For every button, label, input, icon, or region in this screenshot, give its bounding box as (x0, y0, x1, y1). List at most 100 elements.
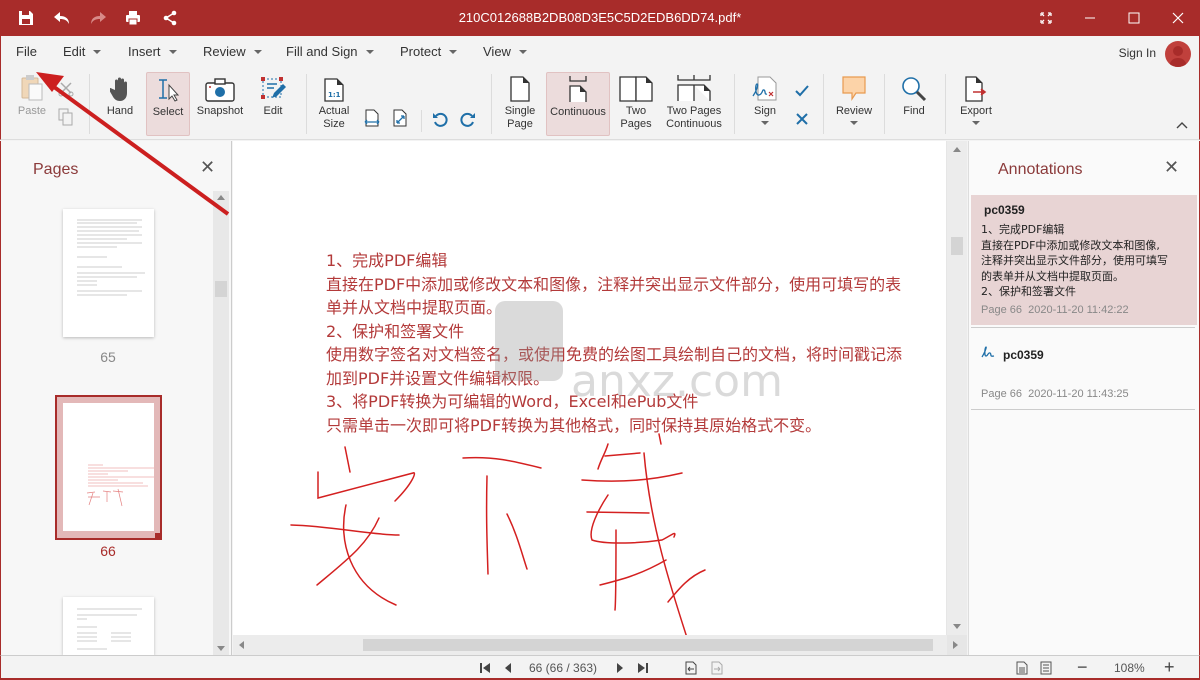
previous-page-icon[interactable] (501, 661, 515, 675)
previous-view-icon[interactable] (684, 661, 698, 675)
fit-width-icon[interactable] (363, 109, 381, 127)
close-annotations-panel-icon[interactable]: ✕ (1164, 157, 1179, 178)
menu-edit[interactable]: Edit (63, 44, 102, 59)
avatar[interactable] (1165, 41, 1191, 67)
document-viewer[interactable]: 1、完成PDF编辑 直接在PDF中添加或修改文本和图像，注释并突出显示文件部分，… (233, 141, 967, 655)
text-line[interactable]: 直接在PDF中添加或修改文本和图像，注释并突出显示文件部分，使用可填写的表 (326, 273, 902, 297)
continuous-icon (567, 73, 589, 103)
maximize-icon[interactable] (1122, 6, 1146, 30)
scroll-left-icon[interactable] (239, 641, 244, 649)
export-button[interactable]: Export (955, 72, 997, 136)
chevron-down-icon (850, 121, 858, 125)
pages-scrollbar[interactable] (213, 191, 229, 655)
page-thumbnail[interactable] (63, 597, 154, 655)
menu-edit-label: Edit (63, 44, 86, 59)
continuous-view-icon[interactable] (1039, 661, 1053, 675)
ink-annotation[interactable] (290, 430, 730, 635)
first-page-icon[interactable] (478, 661, 492, 675)
chevron-down-icon (518, 49, 527, 54)
rotate-right-icon[interactable] (459, 110, 477, 128)
close-icon[interactable] (1166, 6, 1190, 30)
next-page-icon[interactable] (613, 661, 627, 675)
page-text[interactable]: 1、完成PDF编辑 直接在PDF中添加或修改文本和图像，注释并突出显示文件部分，… (326, 249, 902, 437)
close-pages-panel-icon[interactable]: ✕ (200, 157, 215, 178)
document-vertical-scrollbar[interactable] (947, 141, 967, 635)
zoom-level: 108% (1114, 661, 1145, 675)
next-view-icon[interactable] (710, 661, 724, 675)
annotation-page: Page 66 (981, 388, 1022, 400)
separator (89, 74, 90, 134)
scroll-right-icon[interactable] (953, 641, 958, 649)
sign-in-link[interactable]: Sign In (1119, 46, 1156, 60)
chevron-down-icon (93, 49, 102, 54)
chevron-down-icon (761, 121, 769, 125)
menu-fill-and-sign-label: Fill and Sign (286, 44, 358, 59)
scroll-down-icon[interactable] (217, 646, 225, 651)
scroll-up-icon[interactable] (953, 147, 961, 152)
scroll-thumb[interactable] (215, 281, 227, 297)
collapse-ribbon-icon[interactable] (1173, 116, 1191, 134)
snapshot-button[interactable]: Snapshot (195, 72, 245, 136)
actual-size-button[interactable]: 1:1 Actual Size (315, 72, 353, 136)
single-page-button[interactable]: Single Page (501, 72, 539, 136)
zoom-in-button[interactable]: + (1164, 657, 1175, 678)
save-icon[interactable] (16, 8, 36, 28)
chevron-down-icon (253, 49, 262, 54)
scroll-thumb[interactable] (363, 639, 933, 651)
hand-tool-button[interactable]: Hand (101, 72, 139, 136)
undo-icon[interactable] (52, 8, 72, 28)
watermark-logo-icon (495, 301, 563, 381)
text-line[interactable]: 1、完成PDF编辑 (326, 249, 902, 273)
scroll-thumb[interactable] (951, 237, 963, 255)
two-pages-continuous-button[interactable]: Two Pages Continuous (663, 72, 725, 136)
fit-page-icon[interactable] (391, 109, 409, 127)
two-pages-continuous-label: Two Pages Continuous (666, 105, 722, 130)
find-button[interactable]: Find (894, 72, 934, 136)
annotation-item-selected[interactable]: pc0359 1、完成PDF编辑 直接在PDF中添加或修改文本和图像, 注释并突… (971, 195, 1197, 325)
menu-file[interactable]: File (16, 44, 37, 59)
single-page-view-icon[interactable] (1015, 661, 1029, 675)
fullscreen-icon[interactable] (1034, 6, 1058, 30)
paste-button[interactable]: Paste (15, 72, 49, 136)
reject-x-icon[interactable] (793, 110, 811, 128)
pdf-page[interactable]: 1、完成PDF编辑 直接在PDF中添加或修改文本和图像，注释并突出显示文件部分，… (233, 141, 946, 635)
cut-icon[interactable] (57, 80, 75, 98)
rotate-left-icon[interactable] (431, 110, 449, 128)
sign-button[interactable]: Sign (746, 72, 784, 136)
two-pages-button[interactable]: Two Pages (616, 72, 656, 136)
export-label: Export (960, 105, 992, 117)
text-line[interactable]: 2、保护和签署文件 (326, 320, 902, 344)
menu-view-label: View (483, 44, 511, 59)
last-page-icon[interactable] (636, 661, 650, 675)
menu-fill-and-sign[interactable]: Fill and Sign (286, 44, 374, 59)
annotation-item[interactable]: pc0359 Page 66 2020-11-20 11:43:25 (971, 337, 1197, 407)
scroll-down-icon[interactable] (953, 624, 961, 629)
text-line[interactable]: 单并从文档中提取页面。 (326, 296, 902, 320)
menu-file-label: File (16, 44, 37, 59)
annotations-panel-title: Annotations (998, 161, 1083, 178)
page-indicator[interactable]: 66 (66 / 363) (529, 661, 597, 675)
copy-icon[interactable] (57, 108, 75, 126)
menu-review[interactable]: Review (203, 44, 262, 59)
review-button[interactable]: Review (833, 72, 875, 136)
page-thumbnail-selected[interactable] (55, 395, 162, 540)
page-thumbnail[interactable] (63, 209, 154, 337)
zoom-out-button[interactable]: − (1077, 657, 1088, 678)
accept-check-icon[interactable] (793, 82, 811, 100)
edit-button[interactable]: Edit (255, 72, 291, 136)
document-horizontal-scrollbar[interactable] (233, 635, 947, 655)
minimize-icon[interactable] (1078, 6, 1102, 30)
menu-insert[interactable]: Insert (128, 44, 177, 59)
scroll-up-icon[interactable] (217, 195, 225, 200)
share-icon[interactable] (160, 8, 180, 28)
menu-protect[interactable]: Protect (400, 44, 458, 59)
annotation-page: Page 66 (981, 303, 1022, 316)
resize-handle[interactable] (155, 533, 162, 540)
separator (734, 74, 735, 134)
continuous-button[interactable]: Continuous (546, 72, 610, 136)
redo-icon[interactable] (88, 8, 108, 28)
separator (491, 74, 492, 134)
print-icon[interactable] (123, 8, 143, 28)
menu-view[interactable]: View (483, 44, 527, 59)
select-tool-button[interactable]: Select (146, 72, 190, 136)
